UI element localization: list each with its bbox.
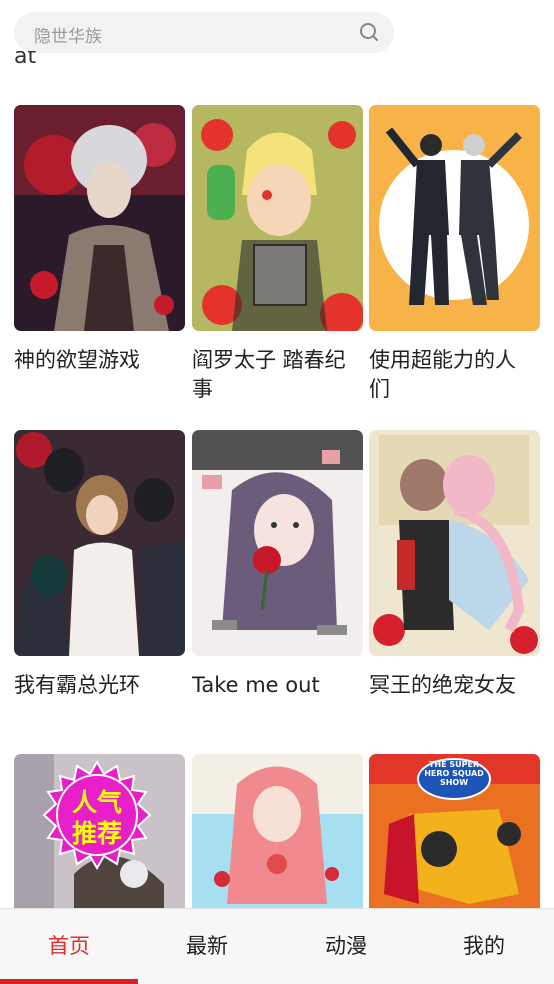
comic-card[interactable]: Take me out <box>192 430 363 700</box>
comic-title[interactable]: 使用超能力的人们 <box>369 346 540 404</box>
comic-title[interactable]: 神的欲望游戏 <box>14 346 185 375</box>
comic-card[interactable]: 神的欲望游戏 <box>14 105 185 375</box>
nav-home[interactable]: 首页 <box>0 909 138 984</box>
comic-title[interactable]: 阎罗太子 踏春纪事 <box>192 346 363 404</box>
comic-card[interactable]: 我有霸总光环 <box>14 430 185 700</box>
comic-cover[interactable] <box>369 105 540 331</box>
comic-cover[interactable] <box>192 105 363 331</box>
comic-cover[interactable] <box>192 430 363 656</box>
search-icon[interactable] <box>358 21 380 43</box>
comic-cover[interactable] <box>14 105 185 331</box>
nav-latest[interactable]: 最新 <box>138 909 276 984</box>
nav-active-indicator <box>0 979 138 984</box>
popular-badge: 人气推荐 <box>42 760 152 870</box>
nav-mine[interactable]: 我的 <box>415 909 553 984</box>
nav-anime[interactable]: 动漫 <box>277 909 415 984</box>
comic-title[interactable]: 冥王的绝宠女友 <box>369 671 540 700</box>
comic-title[interactable]: 我有霸总光环 <box>14 671 185 700</box>
comic-cover[interactable] <box>369 430 540 656</box>
cover-logo-text: THE SUPER HERO SQUAD SHOW <box>424 760 484 787</box>
scrolled-text-fragment: at <box>14 51 37 69</box>
comic-title[interactable]: Take me out <box>192 671 363 700</box>
badge-label: 人气推荐 <box>71 788 122 848</box>
bottom-navigation: 首页 最新 动漫 我的 <box>0 908 554 984</box>
search-input[interactable]: 隐世华族 <box>34 22 102 47</box>
search-bar[interactable]: 隐世华族 <box>14 12 394 53</box>
comic-card[interactable]: 阎罗太子 踏春纪事 <box>192 105 363 404</box>
comic-card[interactable]: 使用超能力的人们 <box>369 105 540 404</box>
comic-cover[interactable] <box>14 430 185 656</box>
comic-card[interactable]: 冥王的绝宠女友 <box>369 430 540 700</box>
